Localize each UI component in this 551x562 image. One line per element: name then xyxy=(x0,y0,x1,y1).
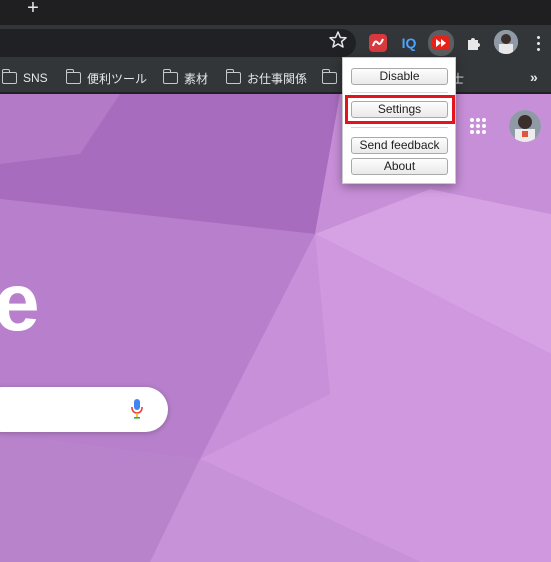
menu-divider xyxy=(351,92,448,93)
account-avatar[interactable] xyxy=(509,110,541,142)
microphone-icon[interactable] xyxy=(130,398,144,420)
extension-fastforward-icon[interactable] xyxy=(428,30,454,56)
google-apps-icon[interactable] xyxy=(470,118,486,134)
about-button[interactable]: About xyxy=(351,158,448,175)
disable-button[interactable]: Disable xyxy=(351,68,448,85)
folder-icon xyxy=(225,69,241,84)
folder-icon xyxy=(65,69,81,84)
bookmark-label: SNS xyxy=(23,71,48,85)
new-tab-button[interactable]: + xyxy=(24,0,42,18)
bookmark-folder[interactable]: お仕事関係 xyxy=(225,68,308,88)
bookmark-label: お仕事関係 xyxy=(247,71,308,86)
send-feedback-button[interactable]: Send feedback xyxy=(351,137,448,154)
extension-popup-menu: Disable Settings Send feedback About xyxy=(342,57,456,184)
toolbar: IQ xyxy=(0,25,551,63)
bookmark-label: 便利ツール xyxy=(87,71,148,86)
bookmark-folder[interactable]: 素材 xyxy=(162,68,209,88)
folder-icon xyxy=(162,69,178,84)
menu-divider xyxy=(351,127,448,128)
bookmarks-bar: SNS 便利ツール 素材 お仕事関係 士 » xyxy=(0,63,551,93)
extension-iq-icon[interactable]: IQ xyxy=(397,31,421,55)
bookmark-folder[interactable]: 便利ツール xyxy=(65,68,148,88)
bookmark-label: 素材 xyxy=(184,71,209,86)
profile-avatar[interactable] xyxy=(494,30,518,54)
bookmarks-overflow-button[interactable]: » xyxy=(530,69,538,85)
extension-red-icon[interactable] xyxy=(366,31,390,55)
folder-icon xyxy=(321,69,337,84)
google-logo-fragment: e xyxy=(0,257,40,348)
bookmark-star-icon[interactable] xyxy=(328,30,348,50)
extensions-puzzle-icon[interactable] xyxy=(462,31,486,55)
bookmark-folder[interactable] xyxy=(321,68,343,88)
folder-icon xyxy=(1,69,17,84)
tab-strip: + xyxy=(0,0,551,25)
search-input[interactable] xyxy=(0,387,168,432)
address-bar[interactable] xyxy=(0,29,356,57)
new-tab-page: e xyxy=(0,94,551,562)
background-image xyxy=(0,94,551,562)
bookmark-folder[interactable]: SNS xyxy=(1,68,48,88)
chrome-menu-icon[interactable] xyxy=(528,32,548,54)
settings-highlight-box xyxy=(345,95,455,124)
